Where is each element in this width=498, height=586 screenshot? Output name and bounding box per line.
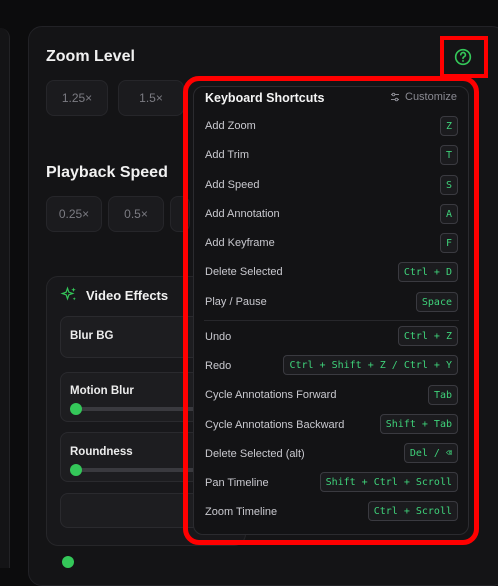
playback-speed-title: Playback Speed	[46, 164, 168, 181]
roundness-label: Roundness	[70, 446, 133, 458]
speed-chip-2[interactable]: 0.5×	[108, 196, 164, 232]
left-panel-edge	[0, 28, 10, 568]
zoom-chip-1[interactable]: 1.25×	[46, 80, 108, 116]
motion-blur-label: Motion Blur	[70, 385, 134, 397]
roundness-slider-thumb[interactable]	[70, 464, 82, 476]
motion-blur-slider-thumb[interactable]	[70, 403, 82, 415]
sparkles-icon	[60, 286, 76, 301]
blur-bg-label: Blur BG	[70, 330, 114, 342]
help-button-highlight	[440, 36, 488, 78]
zoom-chip-2[interactable]: 1.5×	[118, 80, 184, 116]
shortcuts-highlight	[183, 76, 479, 545]
speed-chip-1[interactable]: 0.25×	[46, 196, 102, 232]
video-effects-title: Video Effects	[86, 288, 169, 303]
zoom-level-title: Zoom Level	[46, 48, 135, 65]
section-icon	[62, 556, 74, 568]
